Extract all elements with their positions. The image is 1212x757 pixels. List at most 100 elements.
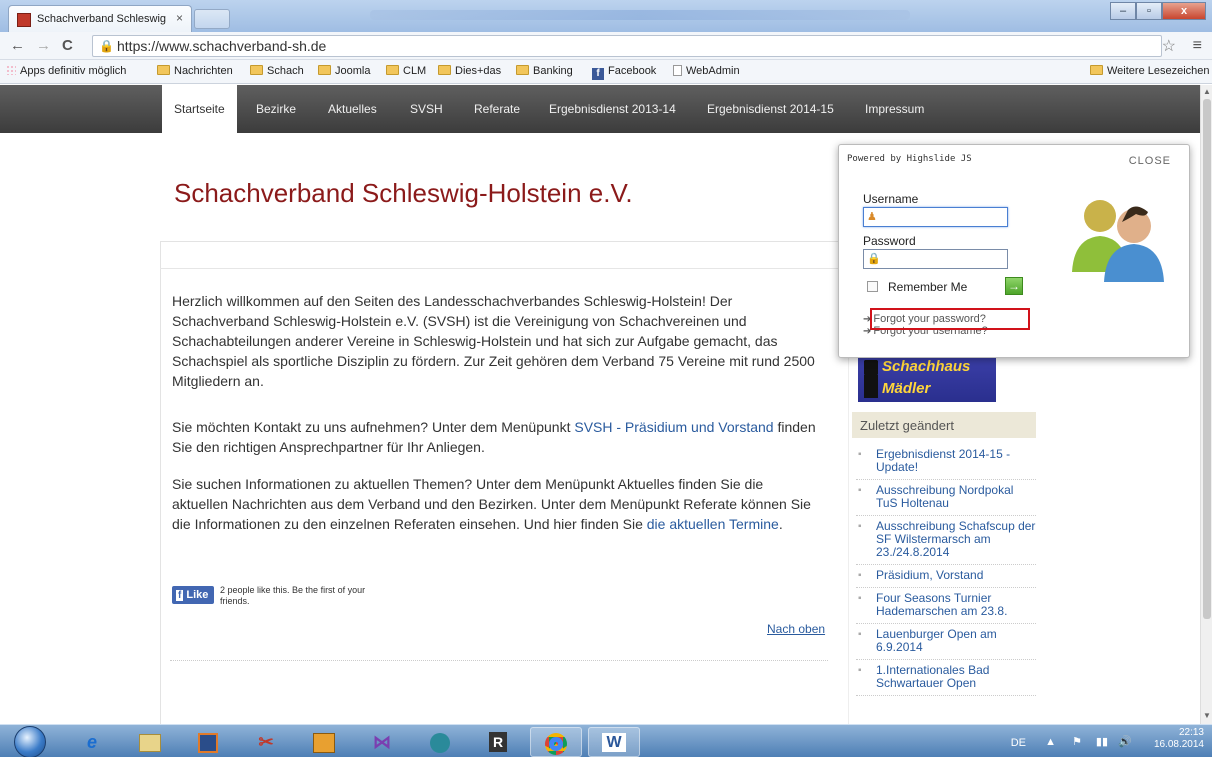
nav-bezirke[interactable]: Bezirke (256, 85, 296, 133)
intro-paragraph: Herzlich willkommen auf den Seiten des L… (172, 293, 815, 389)
new-tab-button[interactable] (194, 9, 230, 29)
word-icon[interactable]: W (588, 727, 640, 757)
bookmarks-bar: Apps definitiv möglich Nachrichten Schac… (0, 60, 1212, 84)
list-item[interactable]: Ausschreibung Schafscup der SF Wilsterma… (856, 520, 1036, 565)
start-button[interactable] (14, 726, 46, 757)
bookmark-webadmin[interactable]: WebAdmin (673, 65, 740, 77)
info-paragraph: Sie suchen Informationen zu aktuellen Th… (172, 476, 811, 532)
bookmark-nachrichten[interactable]: Nachrichten (157, 65, 233, 77)
url-text: https://www.schachverband-sh.de (117, 38, 327, 54)
clock[interactable]: 22:13 16.08.2014 (1144, 727, 1204, 751)
nav-ergebnisdienst-2013[interactable]: Ergebnisdienst 2013-14 (549, 85, 676, 133)
like-text: 2 people like this. Be the first of your… (220, 585, 366, 606)
scroll-thumb[interactable] (1203, 99, 1211, 619)
scroll-down-icon[interactable]: ▼ (1203, 711, 1211, 720)
lock-icon: 🔒 (99, 39, 114, 53)
outlook-icon[interactable] (298, 727, 350, 757)
password-input[interactable]: 🔒 (863, 249, 1008, 269)
folder-icon (438, 65, 451, 75)
folder-icon (318, 65, 331, 75)
visual-studio-icon[interactable]: ⋈ (356, 727, 408, 757)
username-label: Username (863, 192, 919, 206)
list-item[interactable]: Präsidium, Vorstand (856, 569, 1036, 588)
remember-me[interactable]: Remember Me (867, 280, 967, 294)
bookmark-apps[interactable]: Apps definitiv möglich (6, 65, 126, 77)
list-item[interactable]: Ergebnisdienst 2014-15 - Update! (856, 448, 1036, 480)
browser-tab-bar: Schachverband Schleswig × – ▫ x (0, 0, 1212, 32)
lock-icon: 🔒 (867, 253, 881, 265)
bookmark-clm[interactable]: CLM (386, 65, 426, 77)
list-item[interactable]: Four Seasons Turnier Hademarschen am 23.… (856, 592, 1036, 624)
nach-oben-link[interactable]: Nach oben (767, 622, 825, 636)
facebook-icon: f (176, 590, 184, 601)
folder-icon (1090, 65, 1103, 75)
snipping-tool-icon[interactable]: ✂ (240, 727, 292, 757)
media-player-icon[interactable] (182, 727, 234, 757)
tab-close-icon[interactable]: × (176, 11, 183, 25)
back-icon[interactable]: ← (10, 37, 25, 54)
network-signal-icon[interactable]: ▮▮ (1096, 735, 1108, 748)
browser-tab[interactable]: Schachverband Schleswig × (8, 5, 192, 32)
forward-icon[interactable]: → (36, 37, 51, 54)
internet-explorer-icon[interactable]: e (66, 727, 118, 757)
chess-pawn-icon (864, 360, 878, 398)
password-label: Password (863, 234, 916, 248)
site-title: Schachverband Schleswig-Holstein e.V. (174, 178, 633, 208)
tab-title: Schachverband Schleswig (37, 13, 167, 25)
facebook-like-button[interactable]: f Like (172, 586, 214, 604)
bookmark-star-icon[interactable]: ☆ (1162, 36, 1176, 56)
chrome-menu-icon[interactable]: ≡ (1193, 37, 1202, 55)
list-item[interactable]: 1.Internationales Bad Schwartauer Open (856, 664, 1036, 696)
svsh-praesidium-link[interactable]: SVSH - Präsidium und Vorstand (574, 419, 773, 435)
contact-paragraph: Sie möchten Kontakt zu uns aufnehmen? Un… (172, 419, 816, 455)
address-bar[interactable]: 🔒 https://www.schachverband-sh.de (92, 35, 1162, 57)
window-controls: – ▫ x (1110, 2, 1206, 20)
user-icon: ♟ (867, 211, 877, 223)
folder-icon (516, 65, 529, 75)
schachhaus-banner[interactable]: Schachhaus Mädler (858, 356, 996, 402)
bookmark-joomla[interactable]: Joomla (318, 65, 370, 77)
bookmark-other[interactable]: Weitere Lesezeichen (1090, 65, 1210, 77)
nav-svsh[interactable]: SVSH (410, 85, 443, 133)
divider (160, 268, 840, 269)
list-item[interactable]: Lauenburger Open am 6.9.2014 (856, 628, 1036, 660)
powered-by-text: Powered by Highslide JS (847, 154, 972, 164)
close-window-button[interactable]: x (1162, 2, 1206, 20)
nav-aktuelles[interactable]: Aktuelles (328, 85, 377, 133)
volume-icon[interactable]: 🔊 (1118, 735, 1132, 748)
list-item[interactable]: Ausschreibung Nordpokal TuS Holtenau (856, 484, 1036, 516)
bookmark-facebook[interactable]: f Facebook (592, 65, 656, 80)
page-scrollbar[interactable]: ▲ ▼ (1200, 85, 1212, 724)
bookmark-schach[interactable]: Schach (250, 65, 304, 77)
nav-startseite[interactable]: Startseite (162, 85, 237, 133)
highlight-box (870, 308, 1030, 330)
nav-referate[interactable]: Referate (474, 85, 520, 133)
popup-close-button[interactable]: CLOSE (1129, 155, 1171, 167)
bookmark-banking[interactable]: Banking (516, 65, 573, 77)
username-input[interactable]: ♟ (863, 207, 1008, 227)
reload-icon[interactable]: C (62, 37, 73, 54)
termine-link[interactable]: die aktuellen Termine (647, 516, 779, 532)
login-submit-button[interactable]: → (1005, 277, 1023, 295)
scroll-up-icon[interactable]: ▲ (1203, 87, 1211, 96)
maximize-button[interactable]: ▫ (1136, 2, 1162, 20)
bookmark-diesdas[interactable]: Dies+das (438, 65, 501, 77)
remember-checkbox[interactable] (867, 281, 878, 292)
page-icon (673, 65, 682, 76)
windows-taskbar: e ✂ ⋈ R W DE ▲ ⚑ ▮▮ 🔊 22:13 16.08.2014 (0, 724, 1212, 757)
r-app-icon[interactable]: R (472, 727, 524, 757)
nav-ergebnisdienst-2014[interactable]: Ergebnisdienst 2014-15 (707, 85, 834, 133)
divider (170, 660, 828, 661)
site-navigation: Startseite Bezirke Aktuelles SVSH Refera… (0, 85, 1200, 133)
network-app-icon[interactable] (414, 727, 466, 757)
language-indicator[interactable]: DE (1011, 737, 1026, 749)
users-avatar-icon (1072, 200, 1164, 282)
minimize-button[interactable]: – (1110, 2, 1136, 20)
flag-icon[interactable]: ⚑ (1072, 735, 1082, 748)
tray-expand-icon[interactable]: ▲ (1045, 736, 1056, 748)
chrome-icon[interactable] (530, 727, 582, 757)
facebook-icon: f (592, 68, 604, 80)
zuletzt-header: Zuletzt geändert (852, 412, 1036, 438)
explorer-icon[interactable] (124, 727, 176, 757)
nav-impressum[interactable]: Impressum (865, 85, 924, 133)
